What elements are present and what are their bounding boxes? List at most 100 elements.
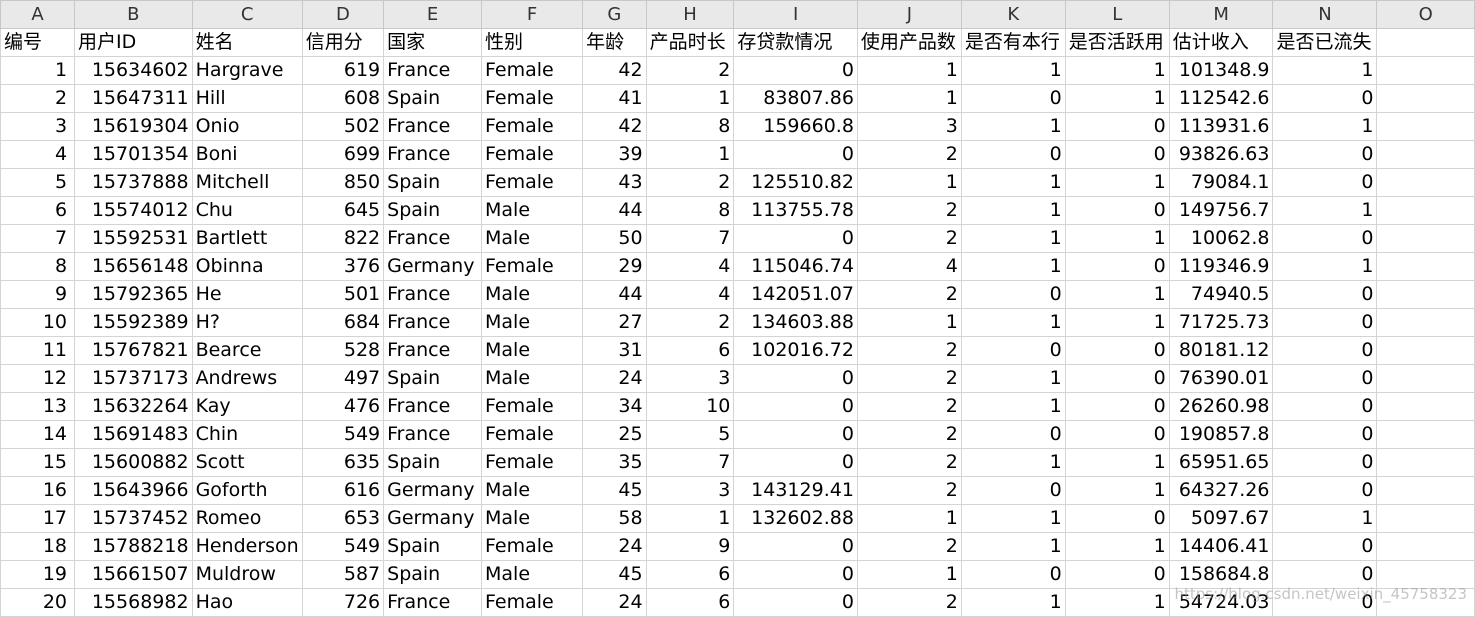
cell[interactable]: 0: [733, 392, 858, 421]
cell[interactable]: [1376, 392, 1475, 421]
cell[interactable]: 1: [960, 504, 1066, 533]
cell[interactable]: 0: [1272, 84, 1378, 113]
column-header-b[interactable]: B: [74, 0, 193, 29]
cell[interactable]: 1: [1064, 532, 1170, 561]
cell[interactable]: 15619304: [74, 112, 193, 141]
column-header-h[interactable]: H: [645, 0, 735, 29]
row-id-cell[interactable]: 3: [0, 112, 76, 141]
row-id-cell[interactable]: 12: [0, 364, 76, 393]
cell[interactable]: France: [383, 56, 483, 85]
row-id-cell[interactable]: 5: [0, 168, 76, 197]
cell[interactable]: 645: [301, 196, 385, 225]
cell[interactable]: 80181.12: [1168, 336, 1274, 365]
cell[interactable]: [1376, 308, 1475, 337]
row-id-cell[interactable]: 20: [0, 588, 76, 617]
cell[interactable]: 850: [301, 168, 385, 197]
cell[interactable]: 44: [582, 280, 647, 309]
cell[interactable]: 102016.72: [733, 336, 858, 365]
cell[interactable]: 0: [1064, 560, 1170, 589]
cell[interactable]: Bartlett: [191, 224, 303, 253]
cell[interactable]: 1: [1272, 504, 1378, 533]
cell[interactable]: Female: [481, 56, 584, 85]
cell[interactable]: Male: [481, 308, 584, 337]
cell[interactable]: 616: [301, 476, 385, 505]
row-id-cell[interactable]: 4: [0, 140, 76, 169]
cell[interactable]: 1: [856, 168, 962, 197]
cell[interactable]: Chin: [191, 420, 303, 449]
column-header-l[interactable]: L: [1064, 0, 1170, 29]
cell[interactable]: Female: [481, 392, 584, 421]
cell[interactable]: 34: [582, 392, 647, 421]
cell[interactable]: 608: [301, 84, 385, 113]
cell[interactable]: 54724.03: [1168, 588, 1274, 617]
cell[interactable]: 15632264: [74, 392, 193, 421]
cell[interactable]: Henderson: [191, 532, 303, 561]
cell[interactable]: 25: [582, 420, 647, 449]
cell[interactable]: [1376, 504, 1475, 533]
cell[interactable]: 0: [733, 532, 858, 561]
cell[interactable]: Obinna: [191, 252, 303, 281]
cell[interactable]: 1: [960, 168, 1066, 197]
cell[interactable]: 1: [1064, 588, 1170, 617]
cell[interactable]: 635: [301, 448, 385, 477]
cell[interactable]: Female: [481, 420, 584, 449]
cell[interactable]: [1376, 420, 1475, 449]
cell[interactable]: Female: [481, 168, 584, 197]
header-cell[interactable]: 是否活跃用: [1064, 28, 1170, 57]
cell[interactable]: 6: [645, 336, 735, 365]
cell[interactable]: 2: [856, 532, 962, 561]
cell[interactable]: 726: [301, 588, 385, 617]
cell[interactable]: 64327.26: [1168, 476, 1274, 505]
cell[interactable]: 0: [1272, 392, 1378, 421]
cell[interactable]: 0: [960, 140, 1066, 169]
cell[interactable]: France: [383, 140, 483, 169]
cell[interactable]: 0: [1272, 336, 1378, 365]
cell[interactable]: [1376, 448, 1475, 477]
cell[interactable]: 0: [733, 56, 858, 85]
cell[interactable]: 1: [1272, 112, 1378, 141]
cell[interactable]: 6: [645, 588, 735, 617]
cell[interactable]: 14406.41: [1168, 532, 1274, 561]
cell[interactable]: 15568982: [74, 588, 193, 617]
cell[interactable]: 0: [1064, 392, 1170, 421]
row-id-cell[interactable]: 13: [0, 392, 76, 421]
cell[interactable]: 653: [301, 504, 385, 533]
row-id-cell[interactable]: 6: [0, 196, 76, 225]
cell[interactable]: 2: [856, 224, 962, 253]
cell[interactable]: 4: [856, 252, 962, 281]
header-cell[interactable]: 信用分: [301, 28, 385, 57]
column-header-m[interactable]: M: [1168, 0, 1274, 29]
cell[interactable]: Male: [481, 476, 584, 505]
cell[interactable]: Spain: [383, 448, 483, 477]
cell[interactable]: 2: [856, 196, 962, 225]
cell[interactable]: 1: [1064, 280, 1170, 309]
cell[interactable]: Spain: [383, 532, 483, 561]
cell[interactable]: 15792365: [74, 280, 193, 309]
cell[interactable]: 1: [645, 84, 735, 113]
cell[interactable]: 822: [301, 224, 385, 253]
cell[interactable]: 1: [1272, 252, 1378, 281]
cell[interactable]: 15592531: [74, 224, 193, 253]
row-id-cell[interactable]: 17: [0, 504, 76, 533]
cell[interactable]: 0: [1064, 364, 1170, 393]
cell[interactable]: 15691483: [74, 420, 193, 449]
cell[interactable]: 15661507: [74, 560, 193, 589]
cell[interactable]: 0: [1064, 112, 1170, 141]
cell[interactable]: 619: [301, 56, 385, 85]
cell[interactable]: 9: [645, 532, 735, 561]
cell[interactable]: 7: [645, 224, 735, 253]
cell[interactable]: [1376, 364, 1475, 393]
cell[interactable]: 0: [960, 336, 1066, 365]
cell[interactable]: 42: [582, 56, 647, 85]
row-id-cell[interactable]: 8: [0, 252, 76, 281]
cell[interactable]: Spain: [383, 168, 483, 197]
cell[interactable]: 76390.01: [1168, 364, 1274, 393]
row-id-cell[interactable]: 14: [0, 420, 76, 449]
cell[interactable]: 0: [1272, 364, 1378, 393]
cell[interactable]: France: [383, 112, 483, 141]
cell[interactable]: 142051.07: [733, 280, 858, 309]
cell[interactable]: Kay: [191, 392, 303, 421]
header-cell[interactable]: 存贷款情况: [733, 28, 858, 57]
cell[interactable]: 26260.98: [1168, 392, 1274, 421]
cell[interactable]: Hao: [191, 588, 303, 617]
